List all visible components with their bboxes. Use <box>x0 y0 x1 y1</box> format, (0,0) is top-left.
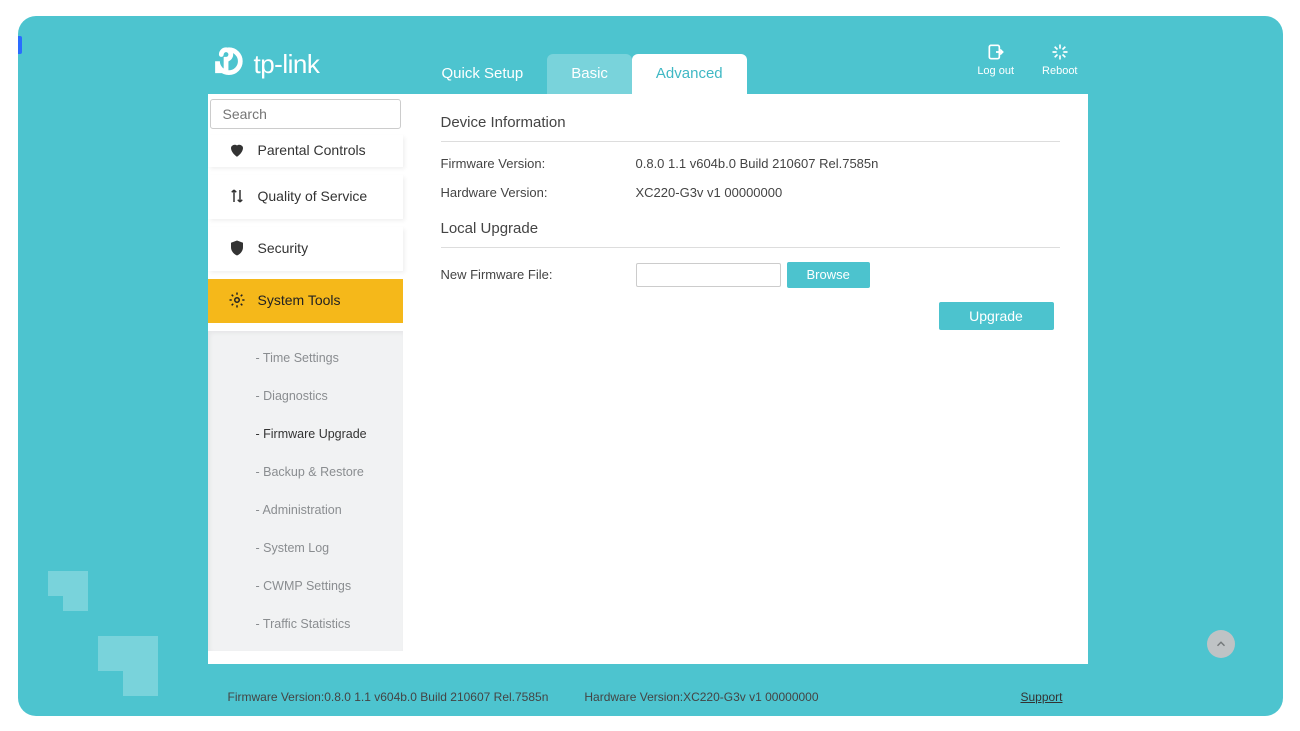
sub-traffic-statistics[interactable]: - Traffic Statistics <box>208 605 403 643</box>
sub-diagnostics[interactable]: - Diagnostics <box>208 377 403 415</box>
firmware-file-input[interactable] <box>636 263 781 287</box>
section-device-info: Device Information <box>441 114 1060 142</box>
footer-hardware: Hardware Version:XC220-G3v v1 00000000 <box>584 690 818 704</box>
sub-firmware-upgrade[interactable]: - Firmware Upgrade <box>208 415 403 453</box>
sidebar-item-qos[interactable]: Quality of Service <box>208 175 403 219</box>
search-box[interactable] <box>210 99 401 129</box>
sidebar-item-parental-controls[interactable]: Parental Controls <box>208 135 403 167</box>
tplink-logo-icon <box>208 46 246 84</box>
footer-bar: Firmware Version:0.8.0 1.1 v604b.0 Build… <box>208 678 1083 716</box>
bg-decoration <box>48 571 88 611</box>
gear-icon <box>228 291 246 309</box>
reboot-button[interactable]: Reboot <box>1042 42 1077 77</box>
search-input[interactable] <box>223 106 404 122</box>
hardware-version-value: XC220-G3v v1 00000000 <box>636 185 783 200</box>
sub-cwmp-settings[interactable]: - CWMP Settings <box>208 567 403 605</box>
logout-button[interactable]: Log out <box>977 42 1014 77</box>
heart-icon <box>228 141 246 159</box>
section-local-upgrade: Local Upgrade <box>441 220 1060 248</box>
window-accent <box>18 36 22 54</box>
updown-icon <box>228 187 246 205</box>
logout-label: Log out <box>977 65 1014 77</box>
tab-quick-setup[interactable]: Quick Setup <box>418 54 548 94</box>
tab-basic[interactable]: Basic <box>547 54 632 94</box>
sub-time-settings[interactable]: - Time Settings <box>208 339 403 377</box>
sidebar-item-label: Security <box>258 240 309 256</box>
sidebar-item-label: Quality of Service <box>258 188 368 204</box>
footer-firmware: Firmware Version:0.8.0 1.1 v604b.0 Build… <box>228 690 549 704</box>
support-link[interactable]: Support <box>1020 690 1062 704</box>
brand-logo: tp-link <box>208 36 418 94</box>
firmware-version-label: Firmware Version: <box>441 156 636 171</box>
header: tp-link Quick Setup Basic Advanced Log o… <box>208 36 1088 94</box>
sidebar-item-system-tools[interactable]: System Tools <box>208 279 403 323</box>
sidebar-item-label: System Tools <box>258 292 341 308</box>
chevron-up-icon <box>1214 637 1228 651</box>
sub-system-log[interactable]: - System Log <box>208 529 403 567</box>
shield-icon <box>228 239 246 257</box>
browse-button[interactable]: Browse <box>787 262 870 288</box>
upgrade-button[interactable]: Upgrade <box>939 302 1054 330</box>
top-tabs: Quick Setup Basic Advanced <box>418 54 747 94</box>
sidebar: Parental Controls Quality of Service Sec… <box>208 94 403 664</box>
sidebar-submenu: - Time Settings - Diagnostics - Firmware… <box>208 331 403 651</box>
hardware-version-label: Hardware Version: <box>441 185 636 200</box>
tab-advanced[interactable]: Advanced <box>632 54 747 94</box>
bg-decoration <box>98 636 158 696</box>
reboot-label: Reboot <box>1042 65 1077 77</box>
scroll-to-top-button[interactable] <box>1207 630 1235 658</box>
sub-administration[interactable]: - Administration <box>208 491 403 529</box>
sidebar-item-label: Parental Controls <box>258 142 366 158</box>
logout-icon <box>986 42 1006 62</box>
new-firmware-file-label: New Firmware File: <box>441 267 636 282</box>
sidebar-item-security[interactable]: Security <box>208 227 403 271</box>
sub-backup-restore[interactable]: - Backup & Restore <box>208 453 403 491</box>
reboot-icon <box>1050 42 1070 62</box>
main-content: Device Information Firmware Version: 0.8… <box>403 94 1088 664</box>
brand-text: tp-link <box>254 49 320 80</box>
firmware-version-value: 0.8.0 1.1 v604b.0 Build 210607 Rel.7585n <box>636 156 879 171</box>
